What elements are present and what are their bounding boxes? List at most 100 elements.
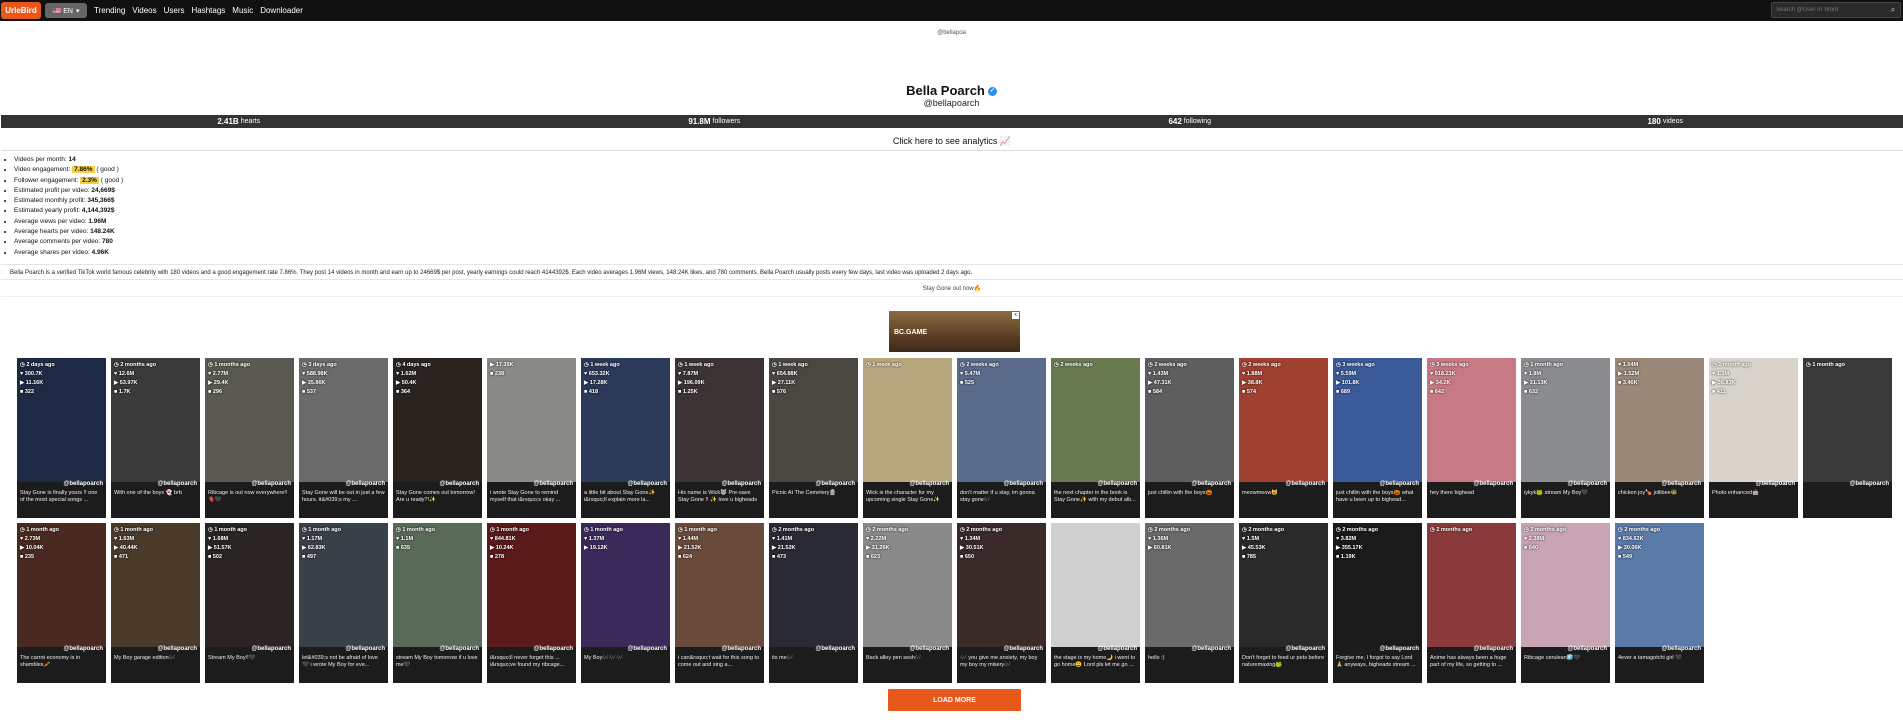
video-card[interactable]: 2 weeks ago5.47M525 @bellapoarch don't mat… <box>957 358 1046 518</box>
video-username[interactable]: @bellapoarch <box>1003 481 1043 487</box>
video-username[interactable]: @bellapoarch <box>63 481 103 487</box>
video-card[interactable]: 2 weeks ago @bellapoarch the next chapter … <box>1051 358 1140 518</box>
video-card[interactable]: 1 week ago @bellapoarch Wick is the charac… <box>863 358 952 518</box>
video-card[interactable]: 1 month ago1.1M635 @bellapoarch stream My … <box>393 523 482 683</box>
video-username[interactable]: @bellapoarch <box>439 646 479 652</box>
video-card[interactable]: 2 months ago2.38M640 @bellapoarch Ribcage … <box>1521 523 1610 683</box>
video-username[interactable]: @bellapoarch <box>157 481 197 487</box>
video-card[interactable]: 2 months ago @bellapoarch Anime has always… <box>1427 523 1516 683</box>
video-username[interactable]: @bellapoarch <box>1661 646 1701 652</box>
nav-link-hashtags[interactable]: Hashtags <box>192 6 226 15</box>
video-username[interactable]: @bellapoarch <box>1285 481 1325 487</box>
video-card[interactable]: 2 months ago12.6M53.97K1.7K @bellapoarch W… <box>111 358 200 518</box>
ad-banner[interactable]: BC.GAME x <box>889 311 1020 352</box>
video-card[interactable]: 1 month ago1.37M19.12K @bellapoarch My Boy… <box>581 523 670 683</box>
video-username[interactable]: @bellapoarch <box>909 646 949 652</box>
video-card[interactable]: 2 months ago1.34M30.51K650 @bellapoarch 🎶 … <box>957 523 1046 683</box>
video-username[interactable]: @bellapoarch <box>1097 481 1137 487</box>
video-card[interactable]: 1 month ago2.73M10.04K235 @bellapoarch The… <box>17 523 106 683</box>
nav-link-users[interactable]: Users <box>164 6 185 15</box>
video-card[interactable]: 2 months ago1.36M60.81K @bellapoarch hello… <box>1145 523 1234 683</box>
video-username[interactable]: @bellapoarch <box>63 646 103 652</box>
video-card[interactable]: 2 months ago2.22M31.26K623 @bellapoarch Ba… <box>863 523 952 683</box>
language-selector[interactable]: 🇺🇸 EN ▾ <box>45 3 87 18</box>
nav-link-downloader[interactable]: Downloader <box>260 6 303 15</box>
video-username[interactable]: @bellapoarch <box>1285 646 1325 652</box>
video-username[interactable]: @bellapoarch <box>439 481 479 487</box>
video-card[interactable]: 1 week ago653.32K17.28K418 @bellapoarch a … <box>581 358 670 518</box>
video-username[interactable]: @bellapoarch <box>627 481 667 487</box>
video-username[interactable]: @bellapoarch <box>721 481 761 487</box>
video-card[interactable]: 2 months ago834.62K30.06K549 @bellapoarch… <box>1615 523 1704 683</box>
search-icon[interactable]: ⌕ <box>1886 5 1900 15</box>
video-username[interactable]: @bellapoarch <box>1191 646 1231 652</box>
video-card[interactable]: 2 months ago3.82M355.17K1.19K @bellapoarc… <box>1333 523 1422 683</box>
video-card[interactable]: 1 week ago7.87M196.09K1.25K @bellapoarch H… <box>675 358 764 518</box>
video-card[interactable]: 3 days ago588.98K35.86K537 @bellapoarch St… <box>299 358 388 518</box>
site-logo[interactable]: UrleBird <box>1 2 41 19</box>
video-username[interactable]: @bellapoarch <box>1473 646 1513 652</box>
analytics-link[interactable]: Click here to see analytics 📈 <box>1 131 1903 151</box>
nav-link-videos[interactable]: Videos <box>132 6 156 15</box>
video-likes: 2.22M <box>866 535 908 544</box>
video-username[interactable]: @bellapoarch <box>815 481 855 487</box>
video-thumbnail[interactable] <box>1051 523 1140 647</box>
video-username[interactable]: @bellapoarch <box>1097 646 1137 652</box>
video-card[interactable]: 17.35K238 @bellapoarch i wrote Stay Gone t… <box>487 358 576 518</box>
video-username[interactable]: @bellapoarch <box>345 646 385 652</box>
video-card[interactable]: 1 month ago1.8M31.13K632 @bellapoarch iyky… <box>1521 358 1610 518</box>
video-card[interactable]: 2 weeks ago1.43M47.31K584 @bellapoarch jus… <box>1145 358 1234 518</box>
video-card[interactable]: 3 weeks ago918.23K34.2K642 @bellapoarch he… <box>1427 358 1516 518</box>
video-username[interactable]: @bellapoarch <box>1003 646 1043 652</box>
video-card[interactable]: 1 week ago654.88K27.11K576 @bellapoarch Pi… <box>769 358 858 518</box>
video-username[interactable]: @bellapoarch <box>533 646 573 652</box>
video-caption: the stage is my home🌙 i went to go home😩… <box>1054 655 1136 668</box>
video-username[interactable]: @bellapoarch <box>533 481 573 487</box>
video-thumbnail[interactable] <box>1051 358 1140 482</box>
video-username[interactable]: @bellapoarch <box>1473 481 1513 487</box>
nav-link-music[interactable]: Music <box>232 6 253 15</box>
video-card[interactable]: 1 month ago1.68M51.57K502 @bellapoarch Str… <box>205 523 294 683</box>
video-card[interactable]: 1 month ago1.17M62.83K497 @bellapoarch let… <box>299 523 388 683</box>
video-card[interactable]: 2 days ago300.7K11.16K322 @bellapoarch Sta… <box>17 358 106 518</box>
video-username[interactable]: @bellapoarch <box>721 646 761 652</box>
video-username[interactable]: @bellapoarch <box>345 481 385 487</box>
video-username[interactable]: @bellapoarch <box>815 646 855 652</box>
video-card[interactable]: 1 month ago1.3M36.83K411 @bellapoarch Phot… <box>1709 358 1798 518</box>
video-username[interactable]: @bellapoarch <box>1379 646 1419 652</box>
video-username[interactable]: @bellapoarch <box>1567 481 1607 487</box>
video-card[interactable]: 2 weeks ago1.88M38.8K574 @bellapoarch meow… <box>1239 358 1328 518</box>
video-username[interactable]: @bellapoarch <box>1379 481 1419 487</box>
video-username[interactable]: @bellapoarch <box>909 481 949 487</box>
video-card[interactable]: 1 months ago2.77M29.4K296 @bellapoarch Rib… <box>205 358 294 518</box>
video-username[interactable]: @bellapoarch <box>1755 481 1795 487</box>
video-thumbnail[interactable] <box>863 358 952 482</box>
video-card[interactable]: 1 month ago1.44M21.52K624 @bellapoarch i c… <box>675 523 764 683</box>
video-card[interactable]: @bellapoarch the stage is my home🌙 i went… <box>1051 523 1140 683</box>
video-username[interactable]: @bellapoarch <box>251 481 291 487</box>
video-card[interactable]: 3 weeks ago5.59M101.8K689 @bellapoarch jus… <box>1333 358 1422 518</box>
video-username[interactable]: @bellapoarch <box>1191 481 1231 487</box>
video-username[interactable]: @bellapoarch <box>1849 481 1889 487</box>
video-thumbnail[interactable] <box>1803 358 1892 482</box>
video-username[interactable]: @bellapoarch <box>157 646 197 652</box>
ad-close-icon[interactable]: x <box>1012 312 1019 319</box>
video-card[interactable]: 1 month ago1.63M40.44K471 @bellapoarch My … <box>111 523 200 683</box>
load-more-button[interactable]: LOAD MORE <box>888 689 1021 711</box>
metric-value: 345,366$ <box>87 197 115 205</box>
video-card[interactable]: 1 month ago @bellapoarch <box>1803 358 1892 518</box>
video-username[interactable]: @bellapoarch <box>1661 481 1701 487</box>
video-views: 62.83K <box>302 544 341 553</box>
video-username[interactable]: @bellapoarch <box>1567 646 1607 652</box>
search-input[interactable] <box>1772 3 1886 17</box>
nav-link-trending[interactable]: Trending <box>94 6 125 15</box>
video-card[interactable]: 1.04M1.52M3.46K @bellapoarch chicken joy🍗 … <box>1615 358 1704 518</box>
video-card[interactable]: 1 month ago844.81K10.24K278 @bellapoarch i… <box>487 523 576 683</box>
video-username[interactable]: @bellapoarch <box>251 646 291 652</box>
video-card[interactable]: 2 months ago1.5M45.53K785 @bellapoarch Don… <box>1239 523 1328 683</box>
video-username[interactable]: @bellapoarch <box>627 646 667 652</box>
video-card[interactable]: 2 months ago1.41M21.52K473 @bellapoarch it… <box>769 523 858 683</box>
video-thumbnail[interactable] <box>1427 523 1516 647</box>
metric-value: 780 <box>102 238 113 246</box>
video-card[interactable]: 4 days ago1.62M50.4K364 @bellapoarch Stay … <box>393 358 482 518</box>
